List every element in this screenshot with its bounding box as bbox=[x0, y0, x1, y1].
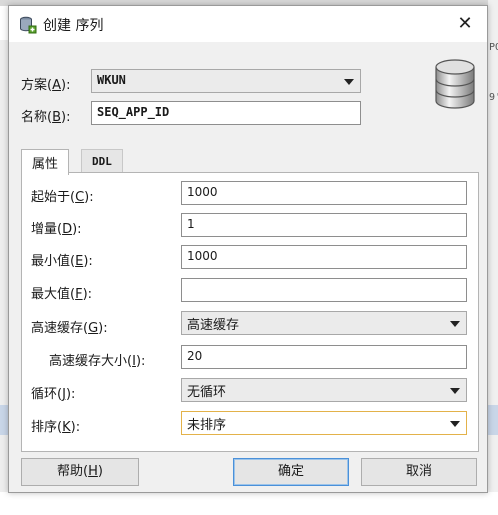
chevron-down-icon bbox=[450, 421, 460, 427]
create-sequence-dialog: 创建 序列 ✕ 方案(A): WKUN 名称(B): SEQ_APP_ID 属性… bbox=[8, 5, 488, 493]
order-value: 未排序 bbox=[187, 418, 227, 433]
dialog-title: 创建 序列 bbox=[43, 18, 104, 34]
dialog-titlebar: 创建 序列 ✕ bbox=[9, 6, 487, 42]
start-with-field[interactable]: 1000 bbox=[181, 181, 467, 205]
chevron-down-icon bbox=[450, 388, 460, 394]
cache-size-label: 高速缓存大小(I): bbox=[49, 354, 146, 369]
cancel-button[interactable]: 取消 bbox=[361, 458, 477, 486]
order-dropdown[interactable]: 未排序 bbox=[181, 411, 467, 435]
cache-size-field[interactable]: 20 bbox=[181, 345, 467, 369]
ok-button[interactable]: 确定 bbox=[233, 458, 349, 486]
min-value-value: 1000 bbox=[187, 249, 218, 263]
order-label: 排序(K): bbox=[31, 420, 81, 435]
increment-field[interactable]: 1 bbox=[181, 213, 467, 237]
database-sequence-icon bbox=[20, 16, 37, 34]
cycle-value: 无循环 bbox=[187, 385, 227, 400]
cycle-label: 循环(J): bbox=[31, 387, 76, 402]
min-value-field[interactable]: 1000 bbox=[181, 245, 467, 269]
name-label: 名称(B): bbox=[21, 110, 71, 125]
tab-ddl[interactable]: DDL bbox=[81, 149, 123, 173]
min-value-label: 最小值(E): bbox=[31, 254, 93, 269]
cache-dropdown[interactable]: 高速缓存 bbox=[181, 311, 467, 335]
help-button[interactable]: 帮助(H) bbox=[21, 458, 139, 486]
schema-dropdown[interactable]: WKUN bbox=[91, 69, 361, 93]
tab-properties[interactable]: 属性 bbox=[21, 149, 70, 175]
max-value-label: 最大值(F): bbox=[31, 287, 93, 302]
cache-size-value: 20 bbox=[187, 349, 203, 363]
close-icon: ✕ bbox=[457, 13, 473, 34]
name-value: SEQ_APP_ID bbox=[97, 105, 170, 119]
chevron-down-icon bbox=[450, 321, 460, 327]
background-text-fragment: 9' bbox=[489, 92, 498, 103]
start-with-label: 起始于(C): bbox=[31, 190, 94, 205]
increment-label: 增量(D): bbox=[31, 222, 82, 237]
background-bottom bbox=[0, 492, 498, 515]
cache-label: 高速缓存(G): bbox=[31, 321, 108, 336]
schema-label: 方案(A): bbox=[21, 78, 71, 93]
max-value-field[interactable] bbox=[181, 278, 467, 302]
start-with-value: 1000 bbox=[187, 185, 218, 199]
background-text-fragment: PO bbox=[489, 42, 498, 53]
cache-value: 高速缓存 bbox=[187, 318, 240, 333]
database-cylinder-icon bbox=[435, 59, 475, 109]
cycle-dropdown[interactable]: 无循环 bbox=[181, 378, 467, 402]
schema-value: WKUN bbox=[97, 73, 126, 87]
chevron-down-icon bbox=[344, 79, 354, 85]
name-field[interactable]: SEQ_APP_ID bbox=[91, 101, 361, 125]
close-button[interactable]: ✕ bbox=[443, 6, 487, 42]
increment-value: 1 bbox=[187, 217, 195, 231]
